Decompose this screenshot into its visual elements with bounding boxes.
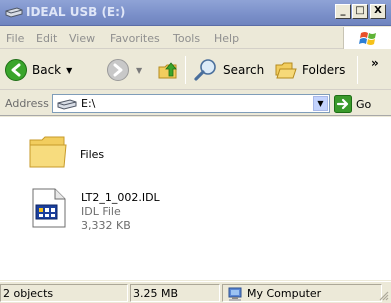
title-bar[interactable]: IDEAL USB (E:) _ □ X [0, 0, 391, 26]
explorer-window: IDEAL USB (E:) _ □ X File Edit View Favo… [0, 0, 391, 303]
file-type: IDL File [81, 205, 121, 218]
file-list-pane[interactable]: Files LT2_1_002.IDL IDL File 3,332 KB [0, 117, 391, 280]
file-size: 3,332 KB [81, 219, 131, 232]
status-object-count: 2 objects [0, 284, 128, 302]
address-bar: Address E:\ ▼ Go [0, 91, 391, 116]
menu-help[interactable]: Help [214, 32, 239, 45]
up-folder-icon [158, 62, 177, 79]
file-details: LT2_1_002.IDL IDL File 3,332 KB [81, 191, 160, 233]
drive-icon [57, 99, 77, 110]
list-item-file[interactable]: LT2_1_002.IDL IDL File 3,332 KB [31, 187, 160, 233]
size-text: 3.25 MB [133, 287, 179, 300]
my-computer-icon [228, 287, 242, 301]
folder-icon [29, 136, 67, 168]
search-label: Search [223, 63, 265, 77]
back-label: Back [32, 63, 62, 77]
forward-button[interactable]: ▼ [106, 57, 142, 83]
window-title: IDEAL USB (E:) [26, 5, 126, 19]
windows-flag-icon [359, 32, 376, 45]
menu-edit[interactable]: Edit [36, 32, 57, 45]
zone-text: My Computer [247, 287, 322, 300]
menu-view[interactable]: View [69, 32, 95, 45]
go-label: Go [356, 97, 372, 111]
address-label: Address [5, 97, 49, 110]
address-dropdown-button[interactable]: ▼ [313, 96, 328, 111]
menu-favorites[interactable]: Favorites [110, 32, 160, 45]
idl-file-icon [32, 188, 66, 228]
folders-label: Folders [302, 63, 346, 77]
folders-icon [275, 62, 297, 79]
toolbar-separator [357, 56, 358, 84]
status-size: 3.25 MB [130, 284, 220, 302]
menu-bar: File Edit View Favorites Tools Help [0, 27, 391, 49]
go-button[interactable]: Go [334, 95, 371, 113]
standard-toolbar: Back ▼ ▼ Search Folders » [0, 50, 391, 90]
close-button[interactable]: X [370, 4, 386, 19]
object-count-text: 2 objects [3, 287, 54, 300]
search-button[interactable]: Search [193, 57, 264, 83]
back-button[interactable]: Back ▼ [4, 57, 72, 83]
maximize-button[interactable]: □ [352, 4, 368, 19]
toolbar-overflow-chevron[interactable]: » [371, 56, 379, 70]
windows-logo [343, 27, 391, 49]
back-arrow-icon [5, 59, 27, 81]
back-dropdown-icon[interactable]: ▼ [66, 66, 72, 75]
file-name: LT2_1_002.IDL [81, 191, 160, 204]
usb-drive-icon [5, 7, 23, 18]
toolbar-separator [185, 56, 186, 84]
status-zone: My Computer [222, 284, 382, 302]
folders-button[interactable]: Folders [274, 57, 345, 83]
folder-name: Files [80, 148, 105, 161]
address-value: E:\ [81, 97, 96, 110]
minimize-button[interactable]: _ [335, 4, 351, 19]
forward-arrow-icon [107, 59, 129, 81]
status-bar: 2 objects 3.25 MB My Computer [0, 281, 391, 303]
search-icon [194, 59, 216, 81]
forward-dropdown-icon[interactable]: ▼ [136, 66, 142, 75]
go-arrow-icon [334, 95, 352, 113]
address-input[interactable]: E:\ ▼ [52, 94, 330, 113]
menu-file[interactable]: File [6, 32, 24, 45]
up-folder-button[interactable] [156, 57, 180, 83]
menu-tools[interactable]: Tools [173, 32, 200, 45]
resize-grip-icon[interactable] [377, 289, 389, 301]
list-item-folder[interactable]: Files [28, 133, 104, 171]
